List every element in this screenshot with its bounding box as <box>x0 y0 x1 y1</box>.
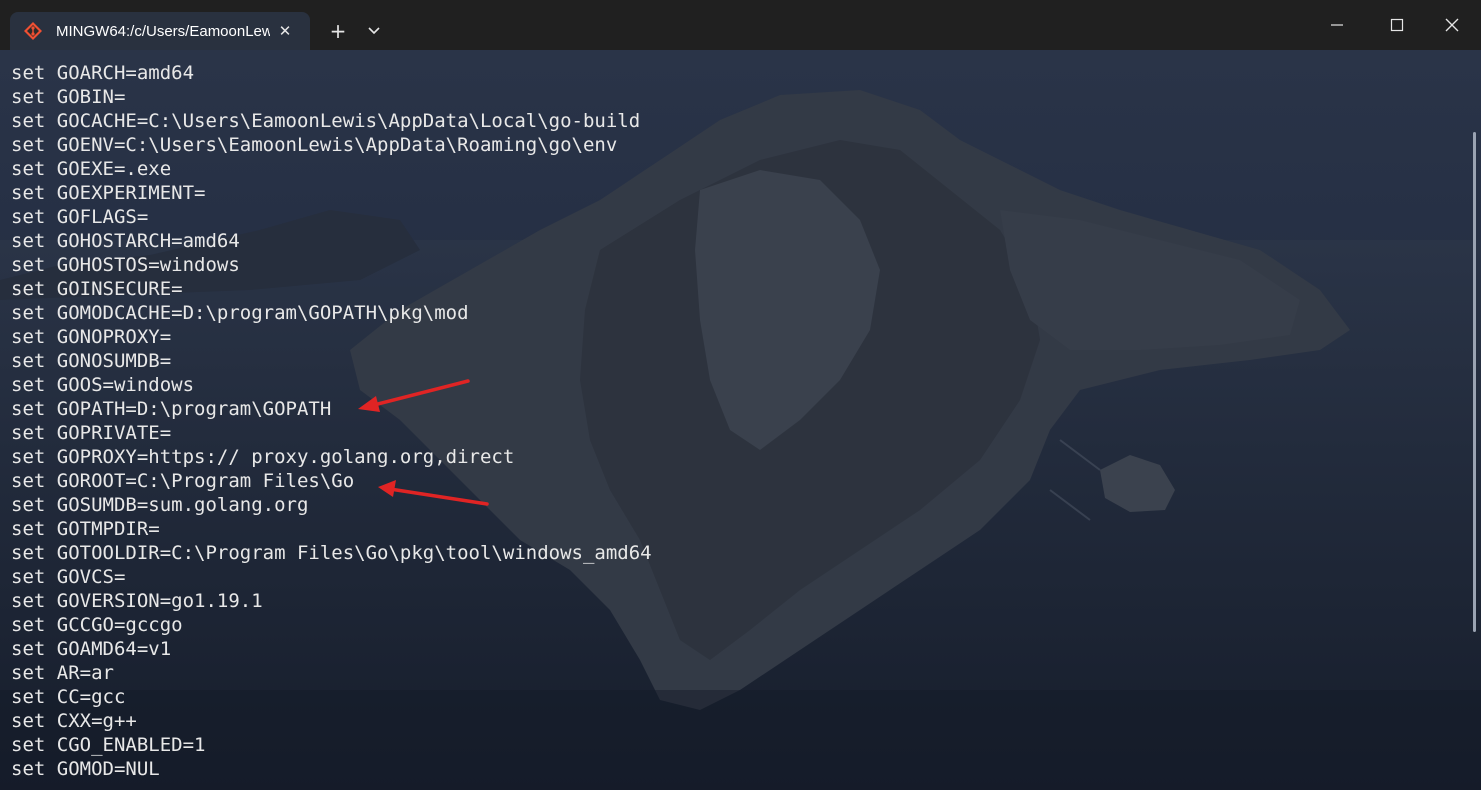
chevron-down-icon[interactable] <box>366 24 382 38</box>
red-arrow-icon <box>378 480 489 506</box>
annotation-layer <box>358 379 489 506</box>
title-bar: MINGW64:/c/Users/EamoonLewis ✕ + <box>0 0 1481 50</box>
close-icon[interactable] <box>1439 12 1465 38</box>
minimize-icon[interactable] <box>1324 12 1350 38</box>
terminal-tab[interactable]: MINGW64:/c/Users/EamoonLewis ✕ <box>10 12 310 50</box>
maximize-icon[interactable] <box>1384 12 1410 38</box>
git-bash-icon <box>24 22 42 40</box>
tab-title: MINGW64:/c/Users/EamoonLewis <box>56 23 270 40</box>
red-arrow-icon <box>358 379 470 412</box>
plus-icon[interactable]: + <box>326 19 350 43</box>
close-icon[interactable]: ✕ <box>275 21 295 41</box>
terminal-area[interactable]: set GOARCH=amd64 set GOBIN= set GOCACHE=… <box>0 50 1481 790</box>
